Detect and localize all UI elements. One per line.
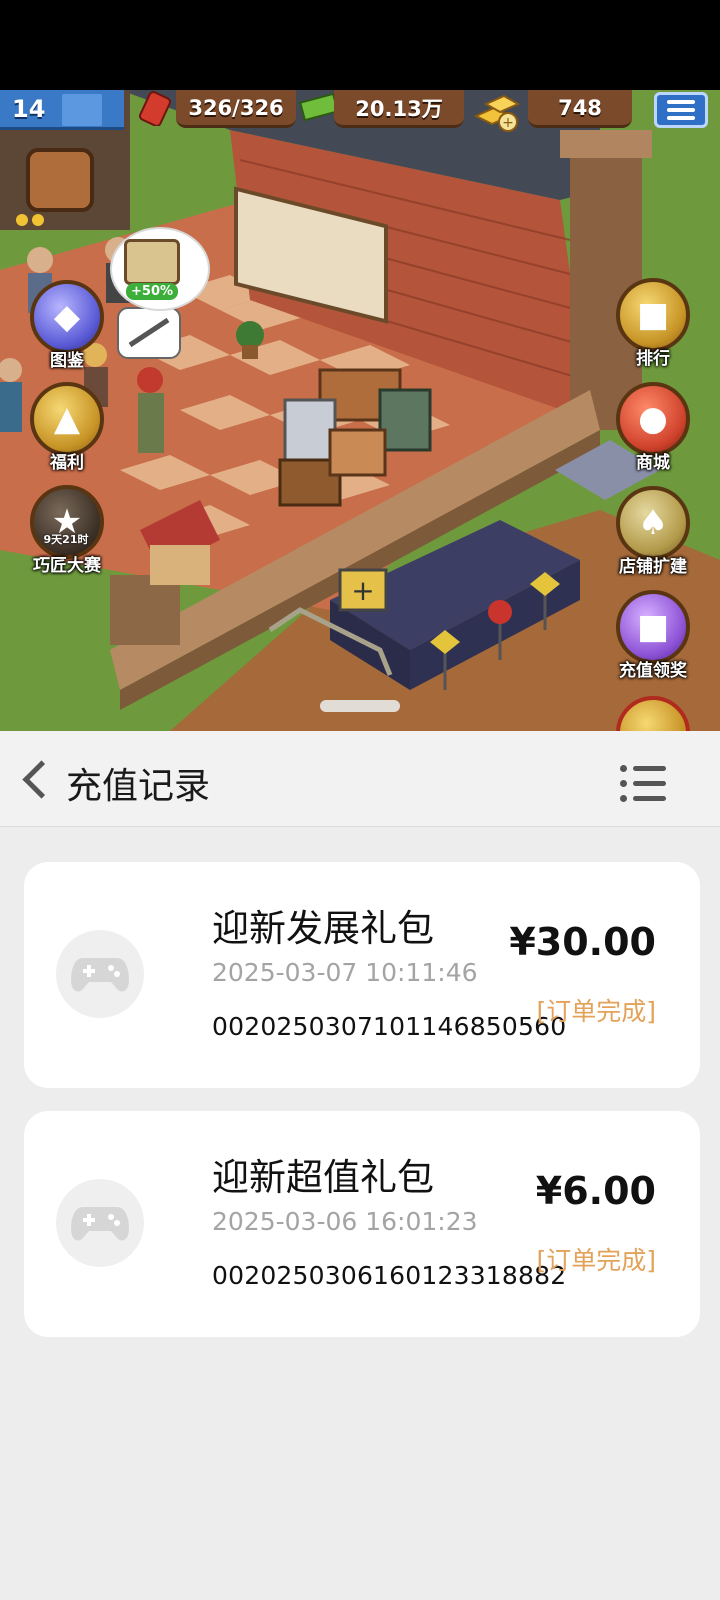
order-number: 0020250307101146850560 <box>212 1012 567 1041</box>
energy-counter: 326/326 <box>176 90 296 128</box>
order-time: 2025-03-07 10:11:46 <box>212 958 478 987</box>
contest-timer: 9天21时 <box>43 533 89 546</box>
podium-icon: ■ <box>616 278 690 352</box>
order-card[interactable]: 迎新发展礼包 2025-03-07 10:11:46 0020250307101… <box>24 862 700 1088</box>
gold-chest-icon: ▲ <box>30 382 104 456</box>
ranking-button[interactable]: ■ 排行 <box>608 278 698 369</box>
order-status: [订单完成] <box>536 1246 656 1275</box>
order-number: 0020250306160123318882 <box>212 1261 567 1290</box>
page-title: 充值记录 <box>66 766 211 807</box>
bonus-bubble[interactable]: +50% <box>110 227 210 311</box>
rank-flag <box>62 94 102 126</box>
cart-icon: ● <box>616 382 690 456</box>
order-price: ¥30.00 <box>509 920 656 964</box>
list-icon[interactable] <box>620 763 668 803</box>
book-icon: ◆ <box>30 280 104 354</box>
player-level[interactable]: 14 <box>0 90 124 130</box>
player-level-value: 14 <box>12 94 46 123</box>
welfare-label: 福利 <box>50 453 84 473</box>
app-header: 充值记录 <box>0 731 720 827</box>
collection-label: 图鉴 <box>50 351 84 371</box>
contest-label: 巧匠大赛 <box>33 556 101 576</box>
order-card[interactable]: 迎新超值礼包 2025-03-06 16:01:23 0020250306160… <box>24 1111 700 1337</box>
recharge-reward-label: 充值领奖 <box>619 661 687 681</box>
ranking-label: 排行 <box>636 349 670 369</box>
shovel-icon: ♠ <box>616 486 690 560</box>
order-time: 2025-03-06 16:01:23 <box>212 1207 478 1236</box>
svg-text:+: + <box>351 574 374 607</box>
shop-sign-icon[interactable] <box>26 148 94 212</box>
recharge-reward-button[interactable]: ■ 充值领奖 <box>608 590 698 681</box>
map-icon <box>124 239 180 285</box>
cash-counter: 20.13万 <box>334 90 464 128</box>
gift-icon: ■ <box>616 590 690 664</box>
store-label: 商城 <box>636 453 670 473</box>
game-viewport[interactable]: + 14 326/326 20.13万 + 748 +50% ◆ 图鉴 ▲ 福利… <box>0 90 720 731</box>
svg-text:+: + <box>502 115 514 131</box>
order-name: 迎新发展礼包 <box>212 907 434 950</box>
trophy-icon: ★ <box>30 485 104 559</box>
welfare-button[interactable]: ▲ 福利 <box>22 382 112 473</box>
energy-value: 326/326 <box>188 95 284 120</box>
order-price: ¥6.00 <box>535 1169 656 1213</box>
collection-button[interactable]: ◆ 图鉴 <box>22 280 112 371</box>
chevron-left-icon[interactable] <box>14 757 58 801</box>
gold-value: 748 <box>558 95 602 120</box>
game-menu-button[interactable] <box>654 92 708 128</box>
expand-shop-button[interactable]: ♠ 店铺扩建 <box>608 486 698 577</box>
gold-bars-icon[interactable]: + <box>470 90 528 134</box>
gamepad-icon <box>56 930 144 1018</box>
expand-shop-label: 店铺扩建 <box>619 557 687 577</box>
bonus-label: +50% <box>126 283 179 300</box>
cash-value: 20.13万 <box>355 96 443 121</box>
gamepad-icon <box>56 1179 144 1267</box>
gold-counter: 748 <box>528 90 632 128</box>
status-bar <box>0 0 720 90</box>
store-button[interactable]: ● 商城 <box>608 382 698 473</box>
order-name: 迎新超值礼包 <box>212 1156 434 1199</box>
home-indicator[interactable] <box>320 700 400 712</box>
order-status: [订单完成] <box>536 997 656 1026</box>
